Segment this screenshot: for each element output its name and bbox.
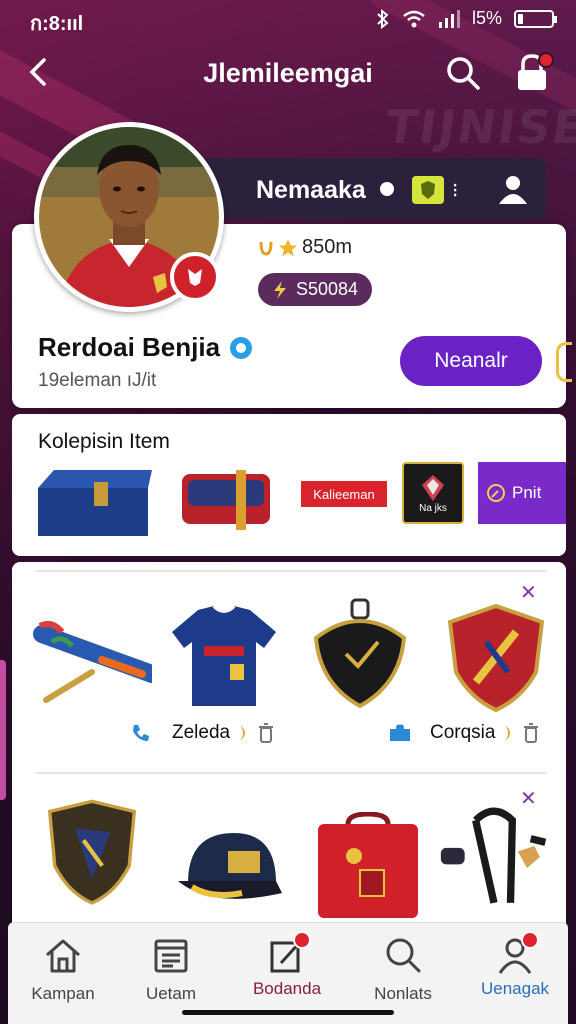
collection-title: Kolepisin Item — [38, 430, 170, 453]
status-time: ก:8:ııl — [30, 13, 84, 35]
status-bar: ก:8:ııl l5% — [0, 0, 576, 36]
nav-label: Nonlats — [374, 984, 432, 1003]
calendar-list-icon — [154, 939, 188, 973]
info-icon[interactable] — [380, 182, 394, 196]
star-icon — [279, 238, 297, 256]
gem-balance: S50084 — [258, 273, 373, 306]
moon-icon — [505, 725, 511, 741]
profile-stats: 850m S50084 — [258, 236, 373, 306]
emblem-label: Na jks — [419, 502, 447, 514]
home-indicator — [182, 1010, 394, 1015]
lock-button[interactable] — [514, 52, 554, 92]
nav-item-edit[interactable]: Bodanda — [232, 931, 342, 999]
side-drawer-handle[interactable] — [0, 660, 6, 800]
search-icon — [386, 938, 421, 973]
battery-icon — [514, 9, 557, 28]
collection-section: Kolepisin Item Kalieeman Na jks Pnit — [12, 414, 566, 556]
home-icon — [46, 939, 80, 973]
wifi-icon — [403, 10, 425, 27]
profile-action-button[interactable]: Neanalr — [400, 336, 542, 386]
page-title: Jlemileemgai — [203, 58, 373, 88]
rank-badge-icon — [412, 176, 444, 204]
profile-name: Rerdoai Benjia — [38, 332, 253, 363]
trash-icon[interactable] — [258, 723, 274, 743]
gem-value: S50084 — [296, 279, 359, 299]
bat-item[interactable] — [32, 602, 152, 712]
trash-icon[interactable] — [523, 723, 539, 743]
jersey-item[interactable] — [164, 602, 284, 712]
horseshoe-icon — [259, 241, 273, 256]
puzzle-icon — [390, 724, 410, 741]
nav-item-search[interactable]: Nonlats — [348, 935, 458, 1004]
notification-dot — [293, 931, 311, 949]
shield-medal-item[interactable] — [300, 598, 420, 708]
cap-item[interactable] — [172, 818, 292, 928]
notification-dot — [538, 52, 554, 68]
battery-percent: l5% — [471, 8, 502, 28]
nav-label: Bodanda — [252, 979, 322, 998]
club-badge-icon — [170, 252, 220, 302]
red-case-item[interactable] — [178, 464, 274, 534]
search-icon[interactable] — [444, 54, 482, 92]
item-grid: ✕ Zeleda Corqsia ✕ — [12, 562, 566, 932]
shield-emblem-item[interactable] — [32, 798, 152, 908]
nav-label: Uetam — [145, 984, 197, 1003]
emblem-tile-item[interactable]: Na jks — [402, 462, 464, 524]
player-name-banner: Nemaaka ⁝ — [196, 158, 546, 220]
item-label-right-text: Corqsia — [430, 722, 496, 743]
verified-icon — [230, 336, 253, 359]
coin-value: 850m — [302, 236, 353, 258]
notification-dot — [521, 931, 539, 949]
divider — [36, 570, 546, 572]
nav-label: Kampan — [31, 984, 95, 1003]
coin-balance: 850m — [258, 236, 372, 259]
nav-item-list[interactable]: Uetam — [116, 935, 226, 1004]
bluetooth-icon — [377, 8, 389, 29]
phone-icon — [133, 725, 149, 741]
scroll-peek-indicator — [556, 342, 572, 382]
whistle-lanyard-item[interactable] — [434, 802, 554, 912]
compass-icon — [487, 484, 505, 502]
nav-label: Uenagak — [480, 979, 550, 998]
nav-item-home[interactable]: Kampan — [8, 935, 118, 1004]
emblem-icon — [422, 474, 444, 501]
nav-item-profile[interactable]: Uenagak — [460, 931, 570, 999]
more-dots-icon[interactable]: ⁝ — [452, 178, 458, 203]
purple-tag[interactable]: Pnit — [478, 462, 566, 524]
top-app-bar: Jlemileemgai — [0, 48, 576, 100]
crest-item[interactable] — [436, 602, 556, 712]
blue-chest-item[interactable] — [34, 460, 152, 540]
divider — [36, 772, 546, 774]
banner-name: Nemaaka — [256, 176, 366, 204]
item-label-left: Zeleda — [130, 722, 274, 744]
moon-icon — [240, 725, 246, 741]
purple-tag-label: Pnit — [512, 483, 542, 502]
red-bag-item[interactable] — [308, 812, 428, 922]
lightning-icon — [274, 280, 286, 299]
item-label-left-text: Zeleda — [172, 722, 231, 743]
profile-name-text: Rerdoai Benjia — [38, 332, 221, 362]
signal-icon — [438, 9, 460, 28]
red-tag[interactable]: Kalieeman — [300, 480, 388, 508]
item-label-right: Corqsia — [388, 722, 539, 744]
person-icon[interactable] — [496, 174, 530, 204]
bottom-navigation: Kampan Uetam Bodanda Nonlats Uenagak — [8, 922, 568, 1024]
profile-subtitle: 19eleman ıJ/it — [38, 370, 157, 391]
